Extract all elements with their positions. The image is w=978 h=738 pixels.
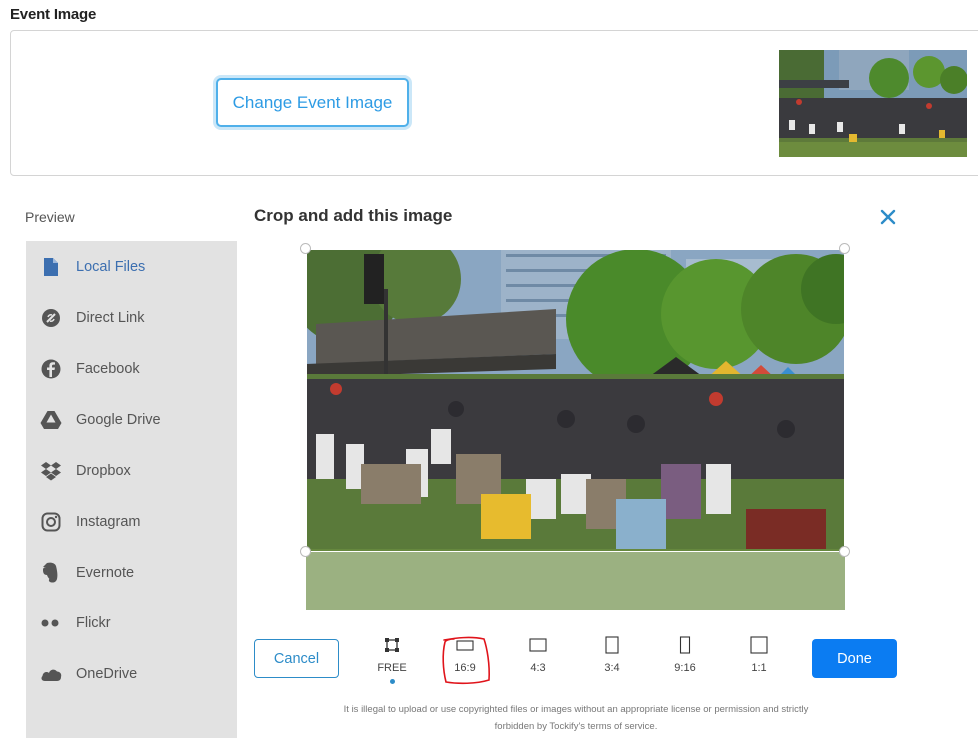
ratio-1-1[interactable]: 1:1 xyxy=(734,634,784,686)
flickr-icon xyxy=(40,612,62,634)
sidebar-item-dropbox[interactable]: Dropbox xyxy=(26,446,237,496)
ratio-9-16-icon xyxy=(660,634,710,656)
crop-handle-top-left[interactable] xyxy=(300,243,311,254)
ratio-16-9[interactable]: 16:9 xyxy=(440,634,490,686)
ratio-label: 3:4 xyxy=(604,662,620,674)
sidebar-item-label: Flickr xyxy=(76,615,111,631)
ratio-4-3[interactable]: 4:3 xyxy=(513,634,563,686)
ratio-9-16[interactable]: 9:16 xyxy=(660,634,710,686)
sidebar-item-label: Facebook xyxy=(76,361,140,377)
crop-handle-top-right[interactable] xyxy=(839,243,850,254)
ratio-label: 4:3 xyxy=(530,662,546,674)
sidebar-item-label: Direct Link xyxy=(76,310,145,326)
close-icon[interactable] xyxy=(876,205,900,229)
ratio-1-1-icon xyxy=(734,634,784,656)
sidebar-item-direct-link[interactable]: Direct Link xyxy=(26,293,237,343)
crop-dialog-title: Crop and add this image xyxy=(254,206,453,225)
cancel-button[interactable]: Cancel xyxy=(254,639,339,678)
sidebar-item-onedrive[interactable]: OneDrive xyxy=(26,649,237,699)
sidebar-item-label: Dropbox xyxy=(76,463,131,479)
event-image-panel: Change Event Image xyxy=(10,30,978,176)
sidebar-item-label: Evernote xyxy=(76,565,135,581)
crop-handle-bottom-right[interactable] xyxy=(839,546,850,557)
dropbox-icon xyxy=(40,460,62,482)
ratio-4-3-icon xyxy=(513,634,563,656)
onedrive-icon xyxy=(40,663,62,685)
selected-indicator xyxy=(390,679,395,684)
google-drive-icon xyxy=(40,409,62,431)
preview-label: Preview xyxy=(25,209,75,225)
legal-notice: It is illegal to upload or use copyright… xyxy=(306,701,846,735)
link-icon xyxy=(40,307,62,329)
ratio-3-4[interactable]: 3:4 xyxy=(587,634,637,686)
sidebar-item-label: Google Drive xyxy=(76,412,161,428)
source-sidebar: Local Files Direct Link Facebook Google … xyxy=(26,241,237,738)
free-crop-icon xyxy=(367,634,417,656)
sidebar-item-label: Local Files xyxy=(76,259,146,275)
ratio-label: 1:1 xyxy=(751,662,767,674)
file-icon xyxy=(40,256,62,278)
crop-handle-bottom-left[interactable] xyxy=(300,546,311,557)
event-image-thumbnail xyxy=(779,50,967,157)
legal-line-1: It is illegal to upload or use copyright… xyxy=(343,704,809,715)
crop-overlay-dim xyxy=(306,552,845,610)
ratio-label: FREE xyxy=(377,662,407,674)
sidebar-item-instagram[interactable]: Instagram xyxy=(26,497,237,547)
legal-line-2: forbidden by Tockify's terms of service. xyxy=(494,721,658,732)
sidebar-item-flickr[interactable]: Flickr xyxy=(26,598,237,648)
sidebar-item-facebook[interactable]: Facebook xyxy=(26,344,237,394)
sidebar-item-google-drive[interactable]: Google Drive xyxy=(26,395,237,445)
ratio-3-4-icon xyxy=(587,634,637,656)
ratio-free[interactable]: FREE xyxy=(367,634,417,686)
sidebar-item-local-files[interactable]: Local Files xyxy=(26,242,237,292)
facebook-icon xyxy=(40,358,62,380)
ratio-label: 16:9 xyxy=(454,662,476,674)
sidebar-item-label: Instagram xyxy=(76,514,141,530)
sidebar-item-evernote[interactable]: Evernote xyxy=(26,548,237,598)
ratio-label: 9:16 xyxy=(674,662,696,674)
done-button[interactable]: Done xyxy=(812,639,897,678)
ratio-16-9-icon xyxy=(440,634,490,656)
sidebar-item-label: OneDrive xyxy=(76,666,138,682)
section-title: Event Image xyxy=(10,6,97,23)
instagram-icon xyxy=(40,511,62,533)
evernote-icon xyxy=(40,562,62,584)
crop-frame[interactable] xyxy=(306,249,845,552)
change-event-image-button[interactable]: Change Event Image xyxy=(216,78,409,127)
